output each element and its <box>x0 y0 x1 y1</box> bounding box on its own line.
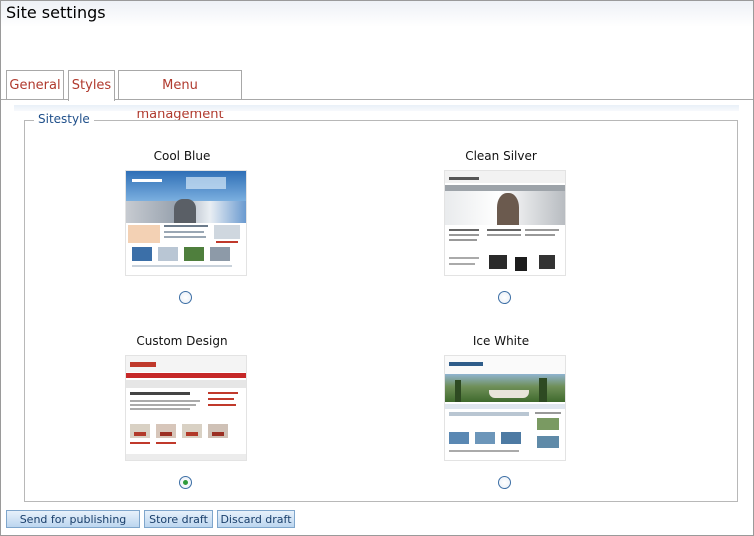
discard-draft-button[interactable]: Discard draft <box>217 510 295 528</box>
style-label: Ice White <box>472 334 530 348</box>
style-thumbnail-ice-white[interactable] <box>444 355 566 461</box>
send-for-publishing-button[interactable]: Send for publishing <box>6 510 140 528</box>
style-radio-cool-blue[interactable] <box>179 291 192 304</box>
tab-general[interactable]: General <box>6 70 64 99</box>
panel-header-band <box>14 105 739 111</box>
style-radio-clean-silver[interactable] <box>498 291 511 304</box>
style-thumbnail-cool-blue[interactable] <box>125 170 247 276</box>
tab-styles[interactable]: Styles <box>68 70 115 101</box>
sitestyle-legend: Sitestyle <box>34 112 94 126</box>
style-option-clean-silver: Clean Silver <box>411 148 591 164</box>
style-thumbnail-clean-silver[interactable] <box>444 170 566 276</box>
style-thumbnail-custom-design[interactable] <box>125 355 247 461</box>
page-title: Site settings <box>6 3 106 22</box>
style-radio-custom-design[interactable] <box>179 476 192 489</box>
style-option-ice-white: Ice White <box>411 333 591 349</box>
style-label: Clean Silver <box>465 149 537 163</box>
style-label: Custom Design <box>136 334 228 348</box>
tab-menu-management[interactable]: Menu management <box>118 70 242 122</box>
style-option-cool-blue: Cool Blue <box>92 148 272 164</box>
style-label: Cool Blue <box>153 149 211 163</box>
style-radio-ice-white[interactable] <box>498 476 511 489</box>
store-draft-button[interactable]: Store draft <box>144 510 213 528</box>
active-tab-gap <box>69 99 114 100</box>
style-option-custom-design: Custom Design <box>92 333 272 349</box>
